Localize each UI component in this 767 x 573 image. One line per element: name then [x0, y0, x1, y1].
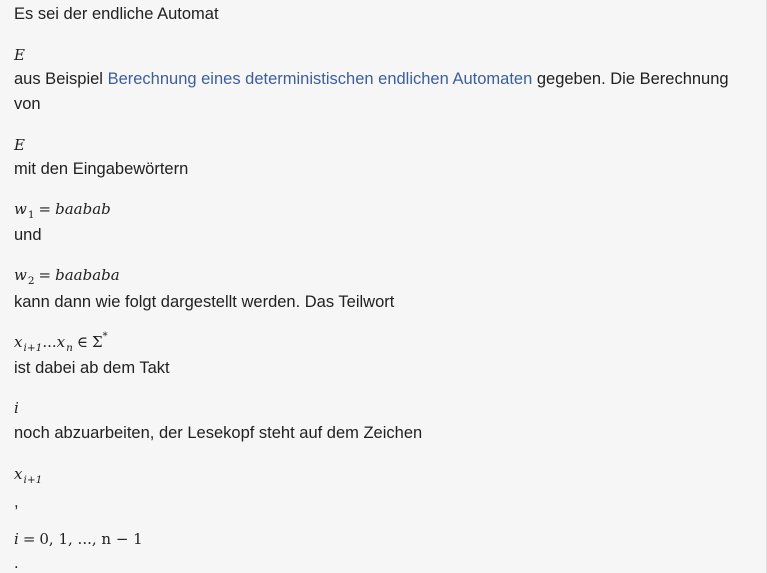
text-line: von — [14, 94, 41, 114]
text-line: und — [14, 225, 42, 245]
text-line: noch abzuarbeiten, der Lesekopf steht au… — [14, 423, 422, 443]
math-formula-i: i — [14, 398, 19, 418]
math-symbol: x — [14, 333, 23, 351]
math-formula-x-i1: xi+1 — [14, 464, 42, 486]
math-formula-subword: xi+1...xn ∈ Σ* — [14, 331, 108, 355]
math-symbol: Σ — [91, 333, 103, 351]
sentence: mit den Eingabewörtern — [14, 160, 189, 178]
math-symbol: x — [14, 465, 23, 483]
sentence: aus Beispiel — [14, 70, 108, 88]
math-operator: = — [22, 530, 36, 548]
text-line: Es sei der endliche Automat — [14, 4, 219, 24]
punctuation-period: . — [14, 553, 19, 573]
math-range: 0, 1, ..., n − 1 — [39, 530, 143, 548]
text-line: kann dann wie folgt dargestellt werden. … — [14, 292, 394, 312]
punctuation: , — [14, 493, 19, 511]
math-symbol: baabab — [55, 200, 111, 218]
math-superscript: * — [102, 331, 108, 342]
text-line: mit den Eingabewörtern — [14, 159, 188, 179]
sentence: noch abzuarbeiten, der Lesekopf steht au… — [14, 424, 423, 442]
math-symbol: w — [14, 200, 27, 218]
math-formula-w2: w2 = baababa — [14, 265, 120, 287]
math-ellipsis: ... — [42, 333, 57, 351]
math-symbol: E — [14, 46, 25, 64]
math-formula-range: i = 0, 1, ..., n − 1 — [14, 529, 143, 549]
math-operator: = — [38, 266, 52, 284]
math-formula-w1: w1 = baabab — [14, 199, 111, 221]
punctuation-comma: , — [14, 492, 19, 512]
sentence: Es sei der endliche Automat — [14, 5, 219, 23]
sentence: kann dann wie folgt dargestellt werden. … — [14, 293, 395, 311]
math-symbol: i — [14, 399, 19, 417]
math-symbol: w — [14, 266, 27, 284]
math-subscript: n — [66, 342, 73, 354]
sentence: ist dabei ab dem Takt — [14, 359, 170, 377]
sentence: und — [14, 226, 42, 244]
example-link[interactable]: Berechnung eines deterministischen endli… — [108, 70, 533, 88]
punctuation: . — [14, 554, 19, 572]
text-line: aus Beispiel Berechnung eines determinis… — [14, 69, 729, 89]
math-formula-e: E — [14, 45, 25, 65]
text-line: ist dabei ab dem Takt — [14, 358, 170, 378]
math-symbol: E — [14, 136, 25, 154]
article-content: Es sei der endliche Automat E aus Beispi… — [0, 0, 767, 573]
math-subscript: 1 — [27, 209, 35, 221]
sentence: von — [14, 95, 41, 113]
math-symbol: baababa — [55, 266, 120, 284]
math-symbol: x — [56, 333, 66, 351]
math-subscript: i+1 — [23, 474, 43, 486]
math-subscript: i+1 — [23, 342, 43, 354]
math-subscript: 2 — [27, 275, 35, 287]
math-formula-e: E — [14, 135, 25, 155]
sentence: gegeben. Die Berechnung — [532, 70, 729, 88]
math-operator: = — [38, 200, 52, 218]
math-operator: ∈ — [76, 333, 88, 351]
